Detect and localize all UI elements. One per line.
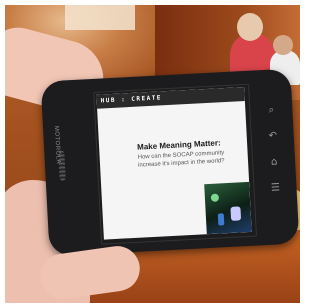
background-person-head [237,13,263,41]
window-light [65,5,135,30]
screen-header-bar: HUB : CREATE [96,87,245,109]
background-person2-head [273,35,293,55]
thumbnail-figure [210,193,220,202]
slide-subtitle: How can the SOCAP community increase it'… [137,150,225,169]
thumbnail-figure [217,213,225,226]
photo: MOTOROLA HUB : CREATE Make Meaning Matte… [5,5,300,303]
menu-icon[interactable]: ☰ [268,175,283,202]
thumbnail-figure [230,206,242,221]
home-icon[interactable]: ⌂ [266,149,281,176]
phone-screen: HUB : CREATE Make Meaning Matter: How ca… [96,87,252,240]
video-thumbnail[interactable] [204,181,252,235]
softkey-column: ⌕ ↶ ⌂ ☰ [264,97,284,218]
screen-header-text: HUB : CREATE [100,94,163,105]
search-icon[interactable]: ⌕ [264,97,279,124]
smartphone: MOTOROLA HUB : CREATE Make Meaning Matte… [40,68,300,257]
back-icon[interactable]: ↶ [265,123,280,150]
